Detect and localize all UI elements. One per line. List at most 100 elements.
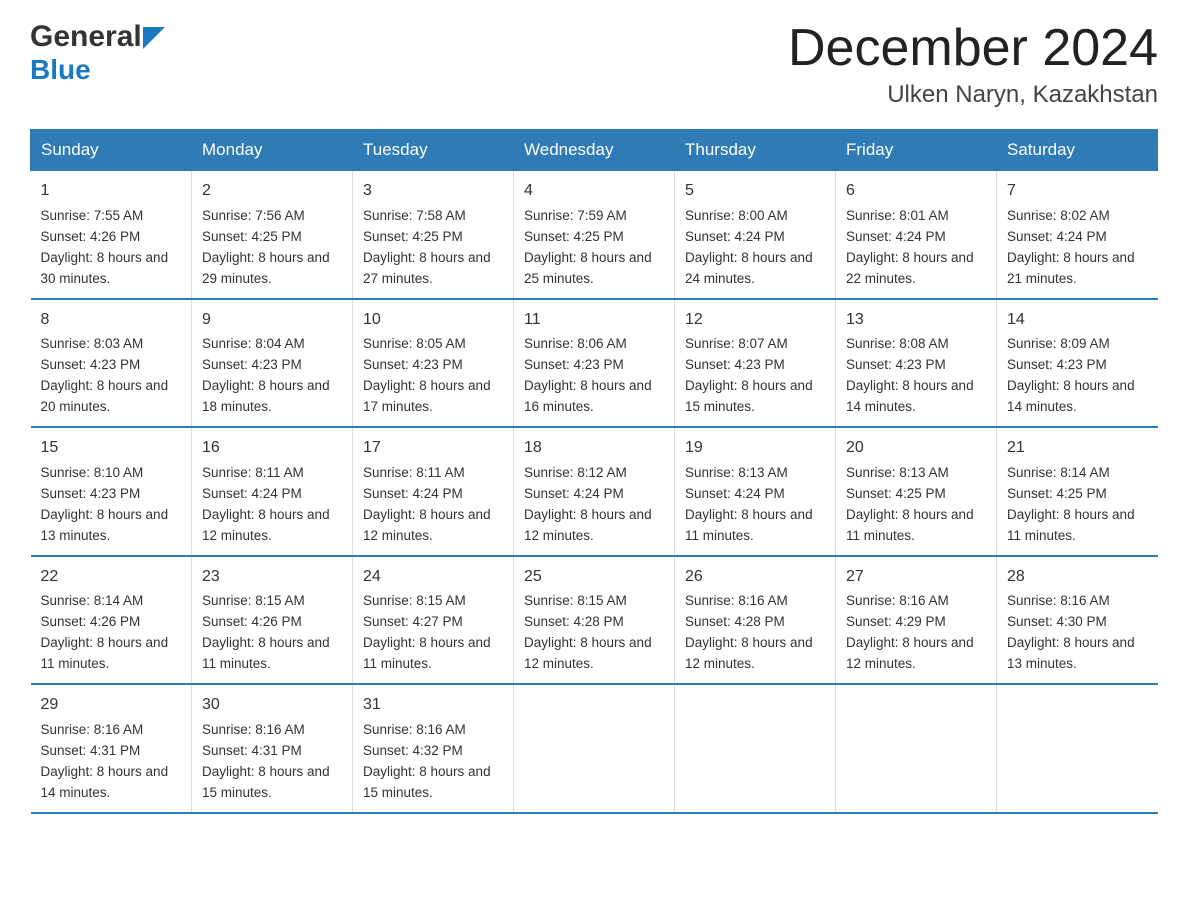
sunset-label: Sunset: 4:31 PM [41, 743, 141, 758]
sunset-label: Sunset: 4:29 PM [846, 614, 946, 629]
sunrise-label: Sunrise: 8:13 AM [846, 465, 949, 480]
daylight-label: Daylight: 8 hours and 11 minutes. [41, 635, 169, 671]
sunrise-label: Sunrise: 8:05 AM [363, 336, 466, 351]
week-row-2: 8 Sunrise: 8:03 AM Sunset: 4:23 PM Dayli… [31, 299, 1158, 427]
daylight-label: Daylight: 8 hours and 12 minutes. [685, 635, 813, 671]
calendar-cell: 3 Sunrise: 7:58 AM Sunset: 4:25 PM Dayli… [353, 171, 514, 299]
sunrise-label: Sunrise: 8:00 AM [685, 208, 788, 223]
calendar-cell: 5 Sunrise: 8:00 AM Sunset: 4:24 PM Dayli… [675, 171, 836, 299]
day-number: 19 [685, 436, 825, 461]
day-number: 14 [1007, 308, 1148, 333]
daylight-label: Daylight: 8 hours and 13 minutes. [1007, 635, 1135, 671]
sunset-label: Sunset: 4:30 PM [1007, 614, 1107, 629]
calendar-cell: 6 Sunrise: 8:01 AM Sunset: 4:24 PM Dayli… [836, 171, 997, 299]
sunset-label: Sunset: 4:25 PM [524, 229, 624, 244]
calendar-cell: 12 Sunrise: 8:07 AM Sunset: 4:23 PM Dayl… [675, 299, 836, 427]
calendar-cell: 16 Sunrise: 8:11 AM Sunset: 4:24 PM Dayl… [192, 427, 353, 555]
daylight-label: Daylight: 8 hours and 30 minutes. [41, 250, 169, 286]
sunrise-label: Sunrise: 7:56 AM [202, 208, 305, 223]
day-number: 7 [1007, 179, 1148, 204]
logo-arrow-icon [143, 27, 165, 49]
col-saturday: Saturday [997, 130, 1158, 171]
calendar-cell: 19 Sunrise: 8:13 AM Sunset: 4:24 PM Dayl… [675, 427, 836, 555]
day-number: 11 [524, 308, 664, 333]
day-number: 17 [363, 436, 503, 461]
calendar-cell: 26 Sunrise: 8:16 AM Sunset: 4:28 PM Dayl… [675, 556, 836, 684]
sunrise-label: Sunrise: 8:16 AM [1007, 593, 1110, 608]
sunrise-label: Sunrise: 8:13 AM [685, 465, 788, 480]
sunset-label: Sunset: 4:25 PM [202, 229, 302, 244]
daylight-label: Daylight: 8 hours and 11 minutes. [202, 635, 330, 671]
sunrise-label: Sunrise: 8:15 AM [202, 593, 305, 608]
sunrise-label: Sunrise: 8:03 AM [41, 336, 144, 351]
day-number: 5 [685, 179, 825, 204]
day-number: 13 [846, 308, 986, 333]
calendar-cell: 13 Sunrise: 8:08 AM Sunset: 4:23 PM Dayl… [836, 299, 997, 427]
logo: General Blue [30, 20, 165, 86]
daylight-label: Daylight: 8 hours and 15 minutes. [685, 378, 813, 414]
daylight-label: Daylight: 8 hours and 22 minutes. [846, 250, 974, 286]
sunrise-label: Sunrise: 8:14 AM [41, 593, 144, 608]
day-number: 1 [41, 179, 182, 204]
daylight-label: Daylight: 8 hours and 27 minutes. [363, 250, 491, 286]
daylight-label: Daylight: 8 hours and 13 minutes. [41, 507, 169, 543]
daylight-label: Daylight: 8 hours and 12 minutes. [846, 635, 974, 671]
sunrise-label: Sunrise: 8:11 AM [363, 465, 465, 480]
calendar-cell: 1 Sunrise: 7:55 AM Sunset: 4:26 PM Dayli… [31, 171, 192, 299]
day-number: 12 [685, 308, 825, 333]
sunrise-label: Sunrise: 8:15 AM [363, 593, 466, 608]
calendar-cell: 27 Sunrise: 8:16 AM Sunset: 4:29 PM Dayl… [836, 556, 997, 684]
sunset-label: Sunset: 4:24 PM [202, 486, 302, 501]
sunrise-label: Sunrise: 8:09 AM [1007, 336, 1110, 351]
daylight-label: Daylight: 8 hours and 14 minutes. [41, 764, 169, 800]
sunrise-label: Sunrise: 8:16 AM [363, 722, 466, 737]
sunrise-label: Sunrise: 8:08 AM [846, 336, 949, 351]
day-number: 10 [363, 308, 503, 333]
title-section: December 2024 Ulken Naryn, Kazakhstan [788, 20, 1158, 109]
sunset-label: Sunset: 4:23 PM [202, 357, 302, 372]
daylight-label: Daylight: 8 hours and 29 minutes. [202, 250, 330, 286]
sunrise-label: Sunrise: 8:11 AM [202, 465, 304, 480]
sunset-label: Sunset: 4:23 PM [41, 486, 141, 501]
calendar-cell: 29 Sunrise: 8:16 AM Sunset: 4:31 PM Dayl… [31, 684, 192, 812]
sunset-label: Sunset: 4:25 PM [363, 229, 463, 244]
daylight-label: Daylight: 8 hours and 12 minutes. [524, 635, 652, 671]
sunset-label: Sunset: 4:23 PM [363, 357, 463, 372]
week-row-4: 22 Sunrise: 8:14 AM Sunset: 4:26 PM Dayl… [31, 556, 1158, 684]
calendar-cell [675, 684, 836, 812]
sunset-label: Sunset: 4:23 PM [1007, 357, 1107, 372]
daylight-label: Daylight: 8 hours and 12 minutes. [363, 507, 491, 543]
col-monday: Monday [192, 130, 353, 171]
calendar-cell: 8 Sunrise: 8:03 AM Sunset: 4:23 PM Dayli… [31, 299, 192, 427]
sunset-label: Sunset: 4:23 PM [524, 357, 624, 372]
calendar-cell: 21 Sunrise: 8:14 AM Sunset: 4:25 PM Dayl… [997, 427, 1158, 555]
sunrise-label: Sunrise: 8:06 AM [524, 336, 627, 351]
calendar-cell: 24 Sunrise: 8:15 AM Sunset: 4:27 PM Dayl… [353, 556, 514, 684]
daylight-label: Daylight: 8 hours and 14 minutes. [1007, 378, 1135, 414]
calendar-cell: 4 Sunrise: 7:59 AM Sunset: 4:25 PM Dayli… [514, 171, 675, 299]
sunset-label: Sunset: 4:24 PM [685, 229, 785, 244]
day-number: 30 [202, 693, 342, 718]
sunrise-label: Sunrise: 8:16 AM [202, 722, 305, 737]
sunrise-label: Sunrise: 8:04 AM [202, 336, 305, 351]
day-number: 8 [41, 308, 182, 333]
calendar-cell: 14 Sunrise: 8:09 AM Sunset: 4:23 PM Dayl… [997, 299, 1158, 427]
calendar-cell: 11 Sunrise: 8:06 AM Sunset: 4:23 PM Dayl… [514, 299, 675, 427]
daylight-label: Daylight: 8 hours and 11 minutes. [685, 507, 813, 543]
sunrise-label: Sunrise: 8:16 AM [846, 593, 949, 608]
day-number: 21 [1007, 436, 1148, 461]
daylight-label: Daylight: 8 hours and 15 minutes. [202, 764, 330, 800]
sunset-label: Sunset: 4:24 PM [363, 486, 463, 501]
day-number: 16 [202, 436, 342, 461]
day-number: 25 [524, 565, 664, 590]
col-wednesday: Wednesday [514, 130, 675, 171]
day-number: 28 [1007, 565, 1148, 590]
day-number: 4 [524, 179, 664, 204]
daylight-label: Daylight: 8 hours and 11 minutes. [846, 507, 974, 543]
daylight-label: Daylight: 8 hours and 11 minutes. [363, 635, 491, 671]
week-row-3: 15 Sunrise: 8:10 AM Sunset: 4:23 PM Dayl… [31, 427, 1158, 555]
day-number: 27 [846, 565, 986, 590]
sunset-label: Sunset: 4:26 PM [41, 614, 141, 629]
daylight-label: Daylight: 8 hours and 21 minutes. [1007, 250, 1135, 286]
week-row-5: 29 Sunrise: 8:16 AM Sunset: 4:31 PM Dayl… [31, 684, 1158, 812]
